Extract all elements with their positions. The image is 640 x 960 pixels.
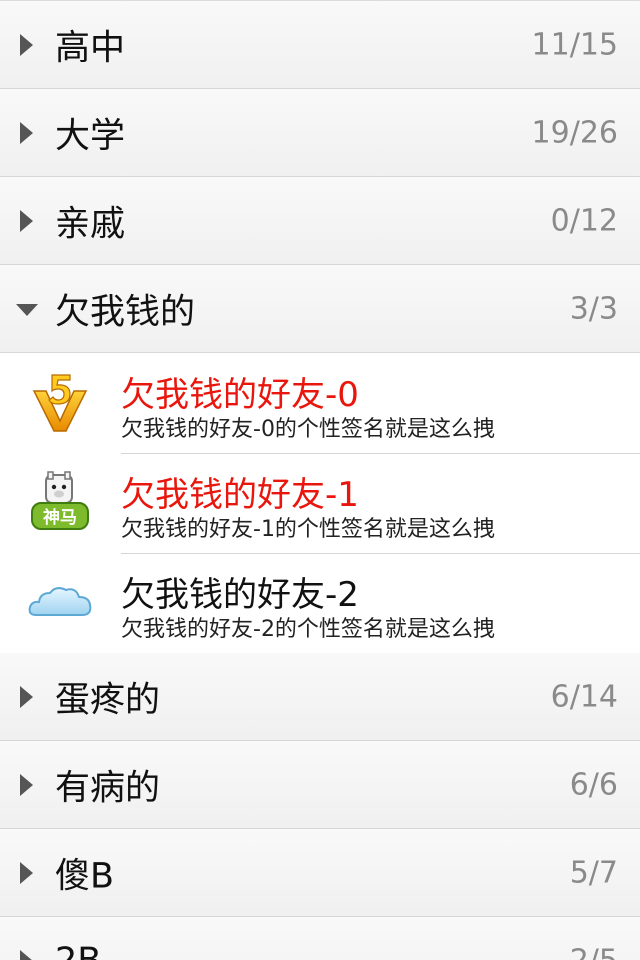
friend-name: 欠我钱的好友-2 (121, 575, 359, 615)
group-header-gaozhong[interactable]: 高中 11/15 (0, 0, 640, 89)
friend-text: 欠我钱的好友-1 欠我钱的好友-1的个性签名就是这么拽 (121, 453, 640, 554)
group-header-youbing[interactable]: 有病的 6/6 (0, 741, 640, 829)
expanded-arrow-icon (16, 303, 38, 316)
group-header-qianwoqiande[interactable]: 欠我钱的 3/3 (0, 265, 640, 353)
friend-signature: 欠我钱的好友-1的个性签名就是这么拽 (121, 517, 495, 542)
group-header-qinqi[interactable]: 亲戚 0/12 (0, 177, 640, 265)
collapsed-arrow-icon (20, 121, 33, 144)
friend-list: 高中 11/15 大学 19/26 亲戚 0/12 欠我钱的 3/3 欠我钱的好… (0, 0, 640, 960)
group-name: 大学 (55, 116, 126, 156)
group-online-count: 5/7 (569, 855, 618, 890)
avatar-label: 神马 (43, 507, 77, 528)
friend-name: 欠我钱的好友-1 (121, 475, 359, 515)
collapsed-arrow-icon (20, 209, 33, 232)
friend-row[interactable]: 神马 欠我钱的好友-1 欠我钱的好友-1的个性签名就是这么拽 (0, 453, 640, 554)
group-online-count: 0/12 (550, 203, 618, 238)
friend-row[interactable]: 欠我钱的好友-0 欠我钱的好友-0的个性签名就是这么拽 (0, 353, 640, 454)
v5-badge-icon (32, 374, 88, 432)
friend-name: 欠我钱的好友-0 (121, 375, 359, 415)
collapsed-arrow-icon (20, 949, 33, 960)
friend-rows: 欠我钱的好友-0 欠我钱的好友-0的个性签名就是这么拽 神马 欠我钱的好友-1 … (0, 353, 640, 653)
group-name: 亲戚 (55, 204, 126, 244)
friend-text: 欠我钱的好友-2 欠我钱的好友-2的个性签名就是这么拽 (121, 553, 640, 653)
group-name: 有病的 (55, 768, 161, 808)
group-online-count: 2/5 (570, 943, 618, 960)
friend-signature: 欠我钱的好友-0的个性签名就是这么拽 (121, 417, 495, 442)
group-name: 高中 (55, 28, 126, 68)
group-name: 欠我钱的 (55, 292, 196, 332)
collapsed-arrow-icon (20, 773, 33, 796)
group-header-shab[interactable]: 傻B 5/7 (0, 829, 640, 917)
group-online-count: 11/15 (531, 27, 618, 62)
cloud-icon (28, 587, 92, 616)
group-header-daxue[interactable]: 大学 19/26 (0, 89, 640, 177)
group-name: 傻B (55, 856, 115, 896)
collapsed-arrow-icon (20, 33, 33, 56)
collapsed-arrow-icon (20, 685, 33, 708)
collapsed-arrow-icon (20, 861, 33, 884)
friend-text: 欠我钱的好友-0 欠我钱的好友-0的个性签名就是这么拽 (121, 353, 640, 454)
group-online-count: 6/6 (569, 767, 618, 802)
group-header-danteng[interactable]: 蛋疼的 6/14 (0, 653, 640, 741)
friend-signature: 欠我钱的好友-2的个性签名就是这么拽 (121, 617, 495, 642)
group-name: 蛋疼的 (55, 680, 161, 720)
group-header-2b[interactable]: 2B 2/5 (0, 917, 640, 960)
group-online-count: 6/14 (550, 679, 618, 714)
shenma-alpaca-icon: 神马 (31, 471, 89, 530)
group-online-count: 3/3 (569, 291, 618, 326)
friend-row[interactable]: 欠我钱的好友-2 欠我钱的好友-2的个性签名就是这么拽 (0, 553, 640, 653)
group-name: 2B (55, 941, 101, 960)
group-online-count: 19/26 (531, 115, 618, 150)
